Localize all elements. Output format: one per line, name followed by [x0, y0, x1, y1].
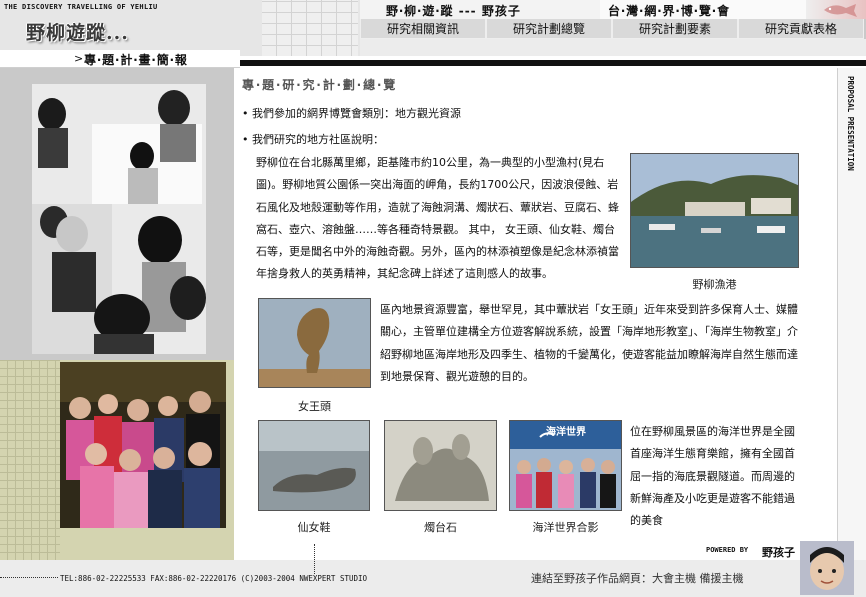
header-stripe [360, 39, 866, 56]
nav-contribution-table[interactable]: 研究貢獻表格 [738, 19, 864, 39]
ocean-world-sign: 海洋世界 [546, 427, 586, 438]
contact-info: TEL:886-02-22225533 FAX:886-02-22220176 … [60, 574, 368, 583]
expo-title[interactable]: 台‧灣‧網‧界‧博‧覽‧會 [608, 2, 730, 19]
nav-research-info[interactable]: 研究相關資訊 [360, 19, 486, 39]
site-tagline: THE DISCOVERY TRAVELLING OF YEHLIU [4, 3, 158, 11]
section-title: 專‧題‧研‧究‧計‧劃‧總‧覽 [242, 78, 398, 92]
ocean-world-photo: 海洋世界 [509, 420, 622, 511]
footer-dotted-line [0, 577, 58, 578]
avatar [800, 541, 854, 595]
group-photo [60, 362, 226, 528]
work-page-link[interactable]: 連結至野孩子作品網頁：大會主機 備援主機 [531, 570, 744, 586]
arrow-icon: > [74, 52, 84, 65]
bullet-category: • 我們參加的網界博覽會類別：地方觀光資源 [242, 107, 461, 120]
queen-head-caption: 女王頭 [298, 400, 331, 413]
page-subtitle: 專‧題‧計‧畫‧簡‧報 [84, 53, 188, 67]
harbor-caption: 野柳漁港 [692, 278, 737, 291]
main-nav: 研究相關資訊 研究計劃總覽 研究計劃要素 研究貢獻表格 [360, 19, 866, 39]
candle-rock-caption: 燭台石 [424, 521, 457, 534]
side-label-text: PROPOSAL PRESENTATION [846, 76, 855, 171]
candle-rock-photo [384, 420, 497, 511]
site-logo[interactable]: 野柳遊蹤... [22, 14, 254, 48]
powered-by-name: 野孩子 [762, 546, 795, 559]
fairy-shoe-caption: 仙女鞋 [297, 521, 331, 534]
powered-by-label: POWERED BY [706, 546, 749, 554]
topic-title: 野‧柳‧遊‧蹤 --- 野孩子 [386, 4, 521, 18]
footer-divider [314, 544, 315, 574]
fairy-shoe-photo [258, 420, 370, 511]
students-photo [32, 84, 206, 354]
ocean-world-paragraph: 位在野柳風景區的海洋世界是全國首座海洋生態育樂館，擁有全國首屈一指的海底景觀隧道… [630, 425, 795, 528]
queen-head-photo [258, 298, 371, 388]
harbor-photo [630, 153, 799, 268]
fish-icon [824, 4, 857, 17]
side-label: PROPOSAL PRESENTATION [846, 76, 855, 171]
left-grid-decoration [0, 360, 60, 560]
logo-text: 野柳遊蹤... [26, 22, 129, 44]
header-grid-decoration [262, 0, 358, 56]
nav-plan-elements[interactable]: 研究計劃要素 [612, 19, 738, 39]
landscape-paragraph: 區內地景資源豐富，舉世罕見，其中蕈狀岩「女王頭」近年來受到許多保育人士、媒體關心… [380, 303, 798, 383]
bullet-community: • 我們研究的地方社區說明： [242, 133, 384, 146]
header-divider [240, 60, 866, 66]
nav-plan-overview[interactable]: 研究計劃總覽 [486, 19, 612, 39]
ocean-world-caption: 海洋世界合影 [532, 521, 599, 534]
intro-paragraph: 野柳位在台北縣萬里鄉，距基隆市約10公里，為一典型的小型漁村(見右圖)。野柳地質… [256, 156, 619, 281]
